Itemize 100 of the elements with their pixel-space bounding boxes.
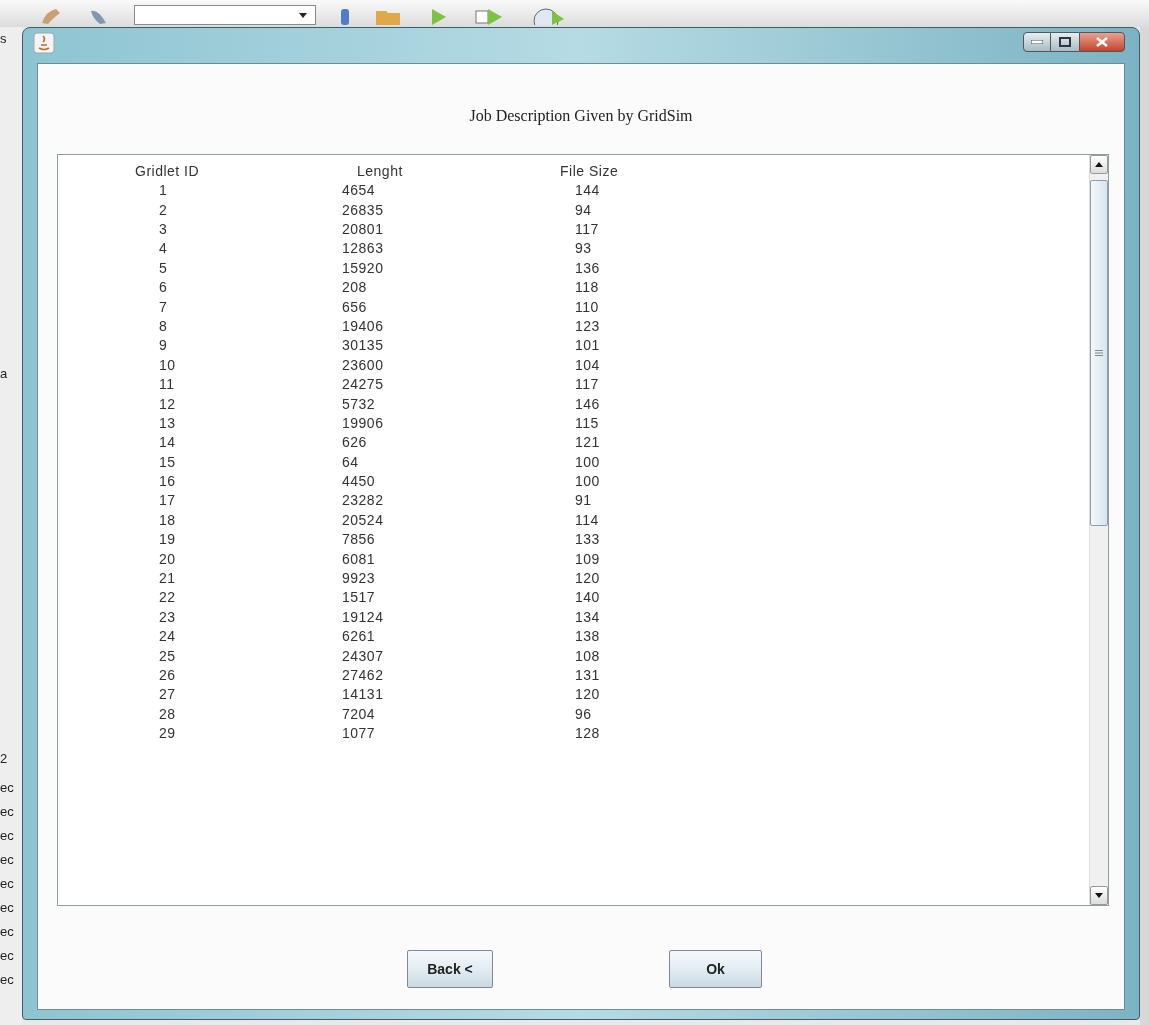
table-cell: 22 xyxy=(159,589,176,606)
scroll-thumb[interactable] xyxy=(1090,180,1108,526)
table-cell: 26835 xyxy=(342,201,384,218)
table-cell: 4654 xyxy=(342,182,376,199)
table-cell: 24 xyxy=(159,628,176,645)
column-header: Lenght xyxy=(357,162,404,181)
table-cell: 9 xyxy=(159,337,168,354)
table-cell: 136 xyxy=(575,259,600,276)
background-text: ec xyxy=(0,781,14,794)
scroll-down-button[interactable] xyxy=(1090,886,1108,905)
table-cell: 115 xyxy=(575,414,599,431)
table-cell: 24275 xyxy=(342,376,384,393)
table-cell: 101 xyxy=(575,337,600,354)
table-cell: 110 xyxy=(575,298,599,315)
table-cell: 656 xyxy=(342,298,367,315)
table-cell: 100 xyxy=(575,473,600,490)
background-text: 2 xyxy=(0,752,8,765)
table-cell: 20 xyxy=(159,550,176,567)
table-cell: 12863 xyxy=(342,240,384,257)
background-text: ec xyxy=(0,877,14,890)
background-text: ec xyxy=(0,901,14,914)
dialog-heading: Job Description Given by GridSim xyxy=(469,106,693,124)
table-cell: 7 xyxy=(159,298,168,315)
table-cell: 117 xyxy=(575,376,599,393)
background-text: ec xyxy=(0,829,14,842)
table-cell: 29 xyxy=(159,725,176,742)
table-cell: 104 xyxy=(575,356,600,373)
table-cell: 2 xyxy=(159,201,168,218)
background-text: s xyxy=(0,32,7,45)
table-cell: 27 xyxy=(159,686,176,703)
table-cell: 4450 xyxy=(342,473,376,490)
table-cell: 94 xyxy=(575,201,592,218)
table-cell: 9923 xyxy=(342,570,376,586)
table-cell: 144 xyxy=(575,182,600,199)
table-cell: 15920 xyxy=(342,259,384,276)
java-app-icon[interactable] xyxy=(33,32,55,54)
table-cell: 23600 xyxy=(342,356,384,373)
dropdown-field[interactable] xyxy=(134,5,316,25)
table-cell: 626 xyxy=(342,434,367,451)
table-cell: 108 xyxy=(575,647,600,664)
table-cell: 17 xyxy=(159,492,176,509)
table-cell: 13 xyxy=(159,414,176,431)
table-cell: 7204 xyxy=(342,705,376,722)
column-header: File Size xyxy=(560,162,620,181)
table-cell: 3 xyxy=(159,221,168,237)
table-cell: 19124 xyxy=(342,608,384,625)
background-text: a xyxy=(0,367,8,380)
down-arrow-icon xyxy=(1095,893,1103,898)
table-cell: 19 xyxy=(159,531,176,548)
minimize-icon xyxy=(1031,40,1043,44)
up-arrow-icon xyxy=(1095,162,1103,167)
minimize-button[interactable] xyxy=(1023,32,1051,52)
table-cell: 134 xyxy=(575,608,600,625)
table-cell: 120 xyxy=(575,686,600,703)
table-cell: 93 xyxy=(575,240,592,257)
table-cell: 23 xyxy=(159,608,176,625)
table-cell: 26 xyxy=(159,666,176,683)
grip-icon xyxy=(1095,350,1103,356)
caret-icon xyxy=(299,12,307,18)
table-cell: 6261 xyxy=(342,628,376,645)
table-cell: 120 xyxy=(575,570,600,586)
table-cell: 8 xyxy=(159,317,168,334)
table-cell: 118 xyxy=(575,279,599,296)
vertical-scrollbar[interactable] xyxy=(1089,155,1108,905)
table-cell: 10 xyxy=(159,356,176,373)
back-button[interactable]: Back < xyxy=(407,950,493,988)
table-cell: 19906 xyxy=(342,414,384,431)
globe-icon[interactable] xyxy=(530,7,566,25)
table-cell: 1 xyxy=(159,182,168,199)
table-cell: 133 xyxy=(575,531,600,548)
ok-button[interactable]: Ok xyxy=(669,950,762,988)
table-cell: 109 xyxy=(575,550,600,567)
close-icon xyxy=(1096,37,1108,47)
table-cell: 100 xyxy=(575,453,600,470)
table-cell: 1077 xyxy=(342,725,376,742)
table-cell: 114 xyxy=(575,511,599,528)
maximize-button[interactable] xyxy=(1051,32,1079,52)
table-cell: 30135 xyxy=(342,337,384,354)
table-cell: 6081 xyxy=(342,550,376,567)
maximize-icon xyxy=(1059,37,1071,47)
table-cell: 18 xyxy=(159,511,176,528)
table-cell: 96 xyxy=(575,705,592,722)
table-cell: 25 xyxy=(159,647,176,664)
table-cell: 5 xyxy=(159,259,168,276)
table-cell: 64 xyxy=(342,453,359,470)
table-cell: 138 xyxy=(575,628,600,645)
close-button[interactable] xyxy=(1079,32,1125,52)
table-cell: 11 xyxy=(159,376,175,393)
background-text: ec xyxy=(0,973,14,986)
table-cell: 28 xyxy=(159,705,176,722)
table-cell: 208 xyxy=(342,279,367,296)
scroll-up-button[interactable] xyxy=(1090,155,1108,174)
table-cell: 24307 xyxy=(342,647,384,664)
table-cell: 7856 xyxy=(342,531,376,548)
cylinder-icon[interactable] xyxy=(340,7,350,25)
table-cell: 4 xyxy=(159,240,168,257)
background-text: ec xyxy=(0,853,14,866)
column-header: Gridlet ID xyxy=(135,162,201,181)
table-cell: 20524 xyxy=(342,511,384,528)
table-cell: 6 xyxy=(159,279,168,296)
